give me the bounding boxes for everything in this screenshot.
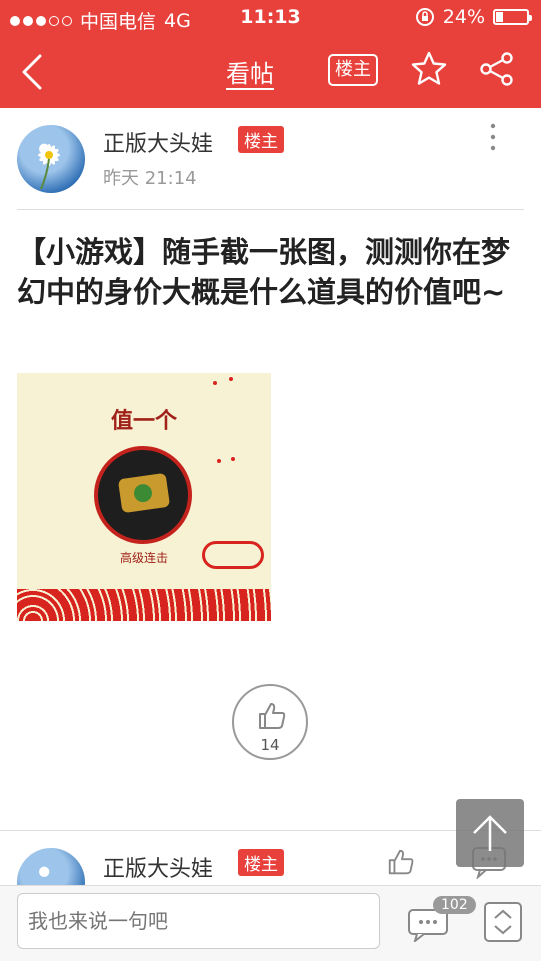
reply-author[interactable]: 正版大头娃 [103, 851, 213, 883]
status-right: 24% [415, 6, 532, 28]
dot-decoration [229, 377, 233, 381]
page-nav-icon[interactable] [484, 902, 522, 942]
dot-decoration [217, 459, 221, 463]
post-header: 正版大头娃 楼主 昨天 21:14 [0, 108, 541, 210]
avatar[interactable] [17, 125, 85, 193]
post-title: 【小游戏】随手截一张图，测测你在梦幻中的身价大概是什么道具的价值吧~ [17, 235, 511, 309]
owner-badge: 楼主 [238, 126, 284, 153]
item-circle [94, 446, 192, 544]
thumbs-up-icon [259, 703, 286, 729]
dot-decoration [231, 457, 235, 461]
battery-label: 24% [442, 6, 485, 28]
comment-input[interactable] [17, 893, 380, 949]
divider [17, 209, 524, 210]
owner-only-button[interactable]: 楼主 [328, 54, 378, 86]
more-options-icon[interactable] [486, 122, 500, 154]
owner-badge: 楼主 [238, 849, 284, 876]
top-bar: 中国电信 4G 11:13 24% 看帖 楼主 [0, 0, 541, 108]
back-icon[interactable] [18, 52, 48, 92]
scroll-item-icon [117, 472, 171, 514]
post-time: 昨天 21:14 [103, 168, 197, 189]
avatar[interactable] [17, 848, 85, 885]
comment-count-badge: 102 [433, 896, 476, 914]
cloud-decoration [202, 541, 264, 569]
post-image[interactable]: 值一个 高级连击 [17, 373, 271, 621]
author-name[interactable]: 正版大头娃 [103, 126, 213, 158]
battery-icon [493, 9, 532, 25]
image-caption: 值一个 [110, 409, 177, 434]
like-button[interactable]: 14 [232, 684, 308, 760]
rotation-lock-icon [415, 8, 434, 26]
waves-decoration [17, 589, 271, 621]
like-count: 14 [260, 736, 280, 754]
bottom-bar: 102 [0, 885, 541, 961]
star-icon[interactable] [410, 50, 448, 88]
scroll-to-top-button[interactable] [456, 799, 524, 867]
page-title: 看帖 [226, 60, 274, 88]
nav-bar: 看帖 楼主 [0, 36, 541, 108]
reply-like-icon[interactable] [386, 847, 416, 877]
arrow-up-icon [473, 815, 507, 851]
status-bar: 中国电信 4G 11:13 24% [0, 0, 541, 36]
share-icon[interactable] [478, 50, 516, 88]
dot-decoration [213, 381, 217, 385]
daisy-avatar-image [38, 144, 60, 190]
